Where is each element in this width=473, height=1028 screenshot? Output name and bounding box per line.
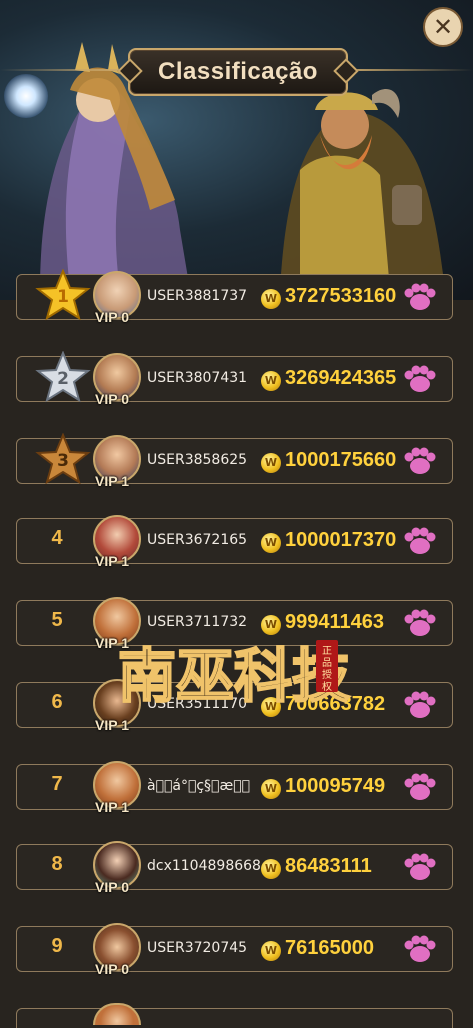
coin-icon: W — [261, 533, 281, 553]
username: USER3711732 — [147, 614, 248, 630]
avatar — [93, 1003, 141, 1025]
rank-number: 1 — [57, 287, 69, 307]
rank-number: 9 — [51, 935, 63, 957]
rank-number: 8 — [51, 853, 63, 875]
coin-amount: 3269424365 — [285, 367, 397, 389]
coin-amount: 1000175660 — [285, 449, 397, 471]
title-divider-right — [344, 69, 473, 71]
username: USER3720745 — [147, 940, 248, 956]
coin-icon: W — [261, 941, 281, 961]
paw-gift-icon[interactable] — [403, 690, 437, 720]
username: USER3807431 — [147, 370, 248, 386]
paw-gift-icon[interactable] — [403, 852, 437, 882]
paw-gift-icon[interactable] — [403, 364, 437, 394]
close-button[interactable]: ✕ — [423, 7, 463, 47]
ranking-row-8[interactable]: 8 VIP 0 dcx1104898668 W 86483111 — [16, 841, 453, 895]
paw-gift-icon[interactable] — [403, 772, 437, 802]
coin-icon: W — [261, 371, 281, 391]
watermark-logo: 南巫科技 正 品 授 权 — [117, 640, 351, 711]
username: dcx1104898668 — [147, 858, 261, 874]
paw-gift-icon[interactable] — [403, 934, 437, 964]
ranking-row-4[interactable]: 4 VIP 1 USER3672165 W 1000017370 — [16, 515, 453, 569]
paw-gift-icon[interactable] — [403, 608, 437, 638]
vip-level: VIP 1 — [95, 473, 129, 489]
rank-number: 6 — [51, 691, 63, 713]
coin-amount: 100095749 — [285, 775, 386, 797]
hero-artwork — [40, 42, 445, 290]
ranking-row-7[interactable]: 7 VIP 1 à  á° ç§ æ   W 100095749 — [16, 761, 453, 815]
svg-text:权: 权 — [322, 680, 332, 693]
rank-number: 4 — [51, 527, 63, 549]
paw-gift-icon[interactable] — [403, 526, 437, 556]
title-divider-left — [0, 69, 128, 71]
rank-number: 5 — [51, 609, 63, 631]
username: USER3881737 — [147, 288, 248, 304]
light-orb — [4, 74, 48, 118]
paw-gift-icon[interactable] — [403, 282, 437, 312]
username: à  á° ç§ æ   — [147, 778, 251, 794]
username: USER3672165 — [147, 532, 248, 548]
coin-icon: W — [261, 289, 281, 309]
vip-level: VIP 0 — [95, 391, 129, 407]
username: USER3858625 — [147, 452, 248, 468]
title-banner: Classificação — [128, 48, 348, 96]
vip-level: VIP 1 — [95, 799, 129, 815]
svg-text:品: 品 — [322, 657, 332, 669]
vip-level: VIP 0 — [95, 879, 129, 895]
ranking-row-2[interactable]: 2 VIP 0 USER3807431 W 3269424365 — [16, 351, 453, 407]
paw-gift-icon[interactable] — [403, 446, 437, 476]
rank-number: 2 — [57, 369, 69, 389]
coin-icon: W — [261, 859, 281, 879]
vip-level: VIP 0 — [95, 961, 129, 977]
ranking-row-3[interactable]: 3 VIP 1 USER3858625 W 1000175660 — [16, 433, 453, 489]
svg-text:授: 授 — [322, 668, 332, 681]
rank-number: 3 — [57, 451, 69, 471]
coin-amount: 76165000 — [285, 937, 374, 959]
ranking-row-10-partial[interactable] — [16, 1003, 453, 1028]
coin-amount: 3727533160 — [285, 285, 397, 307]
coin-amount: 1000017370 — [285, 529, 397, 551]
coin-icon: W — [261, 779, 281, 799]
coin-icon: W — [261, 453, 281, 473]
page-title: Classificação — [158, 58, 318, 85]
ranking-row-9[interactable]: 9 VIP 0 USER3720745 W 76165000 — [16, 923, 453, 977]
rank-number: 7 — [51, 773, 63, 795]
vip-level: VIP 0 — [95, 309, 129, 325]
coin-amount: 86483111 — [285, 855, 372, 877]
hero-banner — [0, 0, 473, 300]
svg-text:正: 正 — [322, 646, 332, 657]
ranking-row-1[interactable]: 1 VIP 0 USER3881737 W 3727533160 — [16, 269, 453, 325]
svg-text:南巫科技: 南巫科技 — [118, 642, 350, 710]
vip-level: VIP 1 — [95, 553, 129, 569]
close-icon[interactable]: ✕ — [433, 13, 453, 41]
